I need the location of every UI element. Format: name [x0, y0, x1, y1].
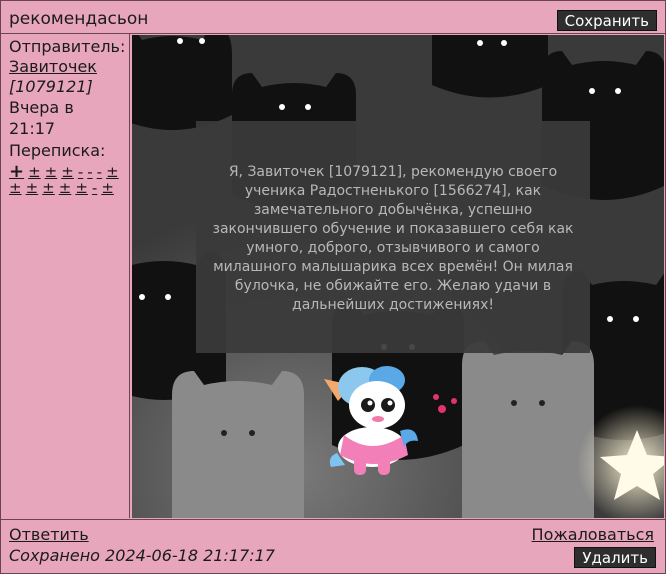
reply-link[interactable]: Ответить — [9, 525, 89, 545]
correspondence-mark[interactable]: - — [92, 180, 97, 196]
saved-timestamp: Сохранено 2024-06-18 21:17:17 — [9, 546, 275, 565]
complain-link[interactable]: Пожаловаться — [532, 525, 654, 545]
sender-sidebar: Отправитель: Завиточек [1079121] Вчера в… — [1, 34, 130, 518]
correspondence-mark[interactable]: - — [97, 164, 102, 180]
correspondence-marks: + ± ± ± - - - ±± ± ± ± ± - ± — [9, 163, 127, 197]
delete-button[interactable]: Удалить — [574, 547, 656, 568]
date-line-1: Вчера в — [9, 98, 74, 117]
correspondence-mark[interactable]: ± — [45, 164, 58, 180]
message-header: рекомендасьон Сохранить — [1, 1, 665, 34]
message-title: рекомендасьон — [9, 9, 149, 29]
save-button[interactable]: Сохранить — [556, 10, 657, 31]
sender-name-link[interactable]: Завиточек — [9, 57, 97, 77]
correspondence-mark[interactable]: ± — [106, 164, 119, 180]
correspondence-label: Переписка: — [9, 141, 106, 160]
correspondence-mark[interactable]: ± — [28, 164, 41, 180]
message-panel: рекомендасьон Сохранить Отправитель: Зав… — [0, 0, 666, 574]
correspondence-mark[interactable]: + — [9, 163, 24, 181]
sender-id: [1079121] — [9, 77, 93, 96]
message-background-image: Я, Завиточек [1079121], рекомендую своег… — [132, 35, 664, 518]
correspondence-mark[interactable]: ± — [42, 180, 55, 196]
correspondence-mark[interactable]: ± — [61, 164, 74, 180]
message-text-box: Я, Завиточек [1079121], рекомендую своег… — [196, 121, 590, 353]
correspondence-mark[interactable]: - — [78, 164, 83, 180]
correspondence-mark[interactable]: ± — [59, 180, 72, 196]
correspondence-mark[interactable]: ± — [75, 180, 88, 196]
sender-label: Отправитель: — [9, 37, 126, 56]
message-footer: Ответить Пожаловаться Сохранено 2024-06-… — [1, 519, 665, 574]
correspondence-mark[interactable]: ± — [9, 180, 22, 196]
date-line-2: 21:17 — [9, 119, 56, 138]
correspondence-mark[interactable]: - — [87, 164, 92, 180]
correspondence-mark[interactable]: ± — [101, 180, 114, 196]
correspondence-mark[interactable]: ± — [26, 180, 39, 196]
message-body: Я, Завиточек [1079121], рекомендую своег… — [212, 164, 574, 313]
